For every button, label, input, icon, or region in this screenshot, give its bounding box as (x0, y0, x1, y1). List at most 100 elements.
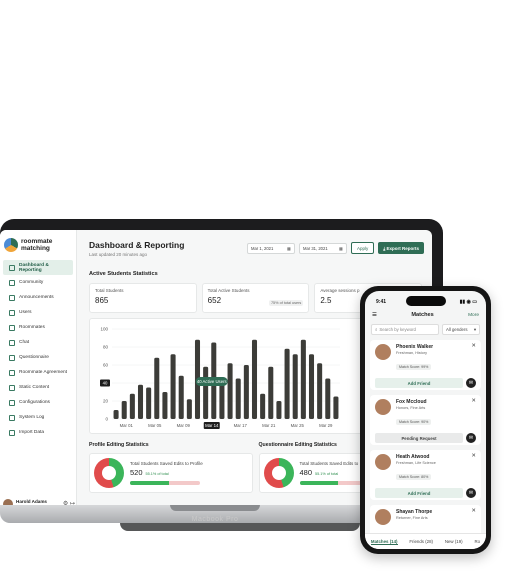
progress-bar (130, 481, 200, 485)
match-card[interactable]: Phoenix Walker Freshman, History Match S… (370, 340, 481, 390)
tab-matches[interactable]: Matches (14) (370, 539, 398, 545)
card-percent: 55.1% of total (315, 472, 339, 476)
top-controls: Mar 1, 2021 ▦ Mar 31, 2021 ▦ Apply ⤓ Exp… (246, 242, 424, 254)
nav-icon (9, 384, 15, 391)
date-to-value: Mar 31, 2021 (302, 245, 328, 251)
avatar (375, 454, 391, 470)
stat-card: Total Active Students 652 75% of total u… (201, 283, 310, 313)
x-tick-label: Mar 17 (234, 423, 248, 428)
match-score: Match Score: 99% (396, 364, 432, 370)
stat-card: Total Students 865 (89, 283, 197, 313)
stat-label: Total Students (95, 288, 124, 293)
apply-button[interactable]: Apply (350, 242, 375, 254)
close-icon[interactable]: ✕ (471, 508, 476, 514)
chart-bar (243, 365, 249, 419)
gender-filter-select[interactable]: All genders ▾ (442, 324, 480, 335)
message-icon[interactable]: ✉ (466, 433, 476, 443)
phone-screen: 9:41 ▮▮ ◉ ▭ ☰ Matches More ⌕ Search by k… (365, 291, 486, 549)
pending-request-button[interactable]: Pending Request (375, 433, 463, 443)
menu-icon[interactable]: ☰ (372, 312, 377, 318)
brand-logo[interactable]: roommate matching (0, 238, 76, 260)
x-tick-label: Mar 05 (148, 423, 162, 428)
sidebar-item-dashboard-reporting[interactable]: Dashboard & Reporting (3, 260, 73, 275)
section-title: Active Students Statistics (89, 271, 158, 277)
sidebar-item-label: Chat (19, 340, 30, 345)
chart-bar (300, 339, 306, 419)
sidebar-item-label: System Log (19, 415, 45, 420)
chevron-down-icon: ▾ (473, 326, 476, 332)
close-icon[interactable]: ✕ (471, 398, 476, 404)
sidebar-item-chat[interactable]: Chat (3, 335, 73, 350)
tab-roommates[interactable]: Ro (474, 539, 480, 544)
more-link[interactable]: More (468, 313, 479, 318)
message-icon[interactable]: ✉ (466, 488, 476, 498)
search-placeholder: Search by keyword (379, 327, 416, 332)
date-from-value: Mar 1, 2021 (250, 245, 274, 251)
chart-bar (113, 410, 119, 419)
sidebar-item-announcements[interactable]: Announcements (3, 290, 73, 305)
tab-friends[interactable]: Friends (28) (409, 539, 433, 544)
calendar-icon: ▦ (287, 245, 291, 251)
chart-bar (260, 393, 266, 419)
add-friend-button[interactable]: Add Friend (375, 378, 463, 388)
chart-bar (162, 392, 168, 419)
sidebar-item-roommate-agreement[interactable]: Roommate Agreement (3, 365, 73, 380)
sidebar-nav: Dashboard & Reporting Community Announceme… (0, 260, 76, 440)
chart-bar (308, 354, 315, 419)
search-icon: ⌕ (375, 327, 378, 332)
x-tick-label: Mar 14 (205, 423, 219, 428)
search-input[interactable]: ⌕ Search by keyword (371, 324, 439, 335)
progress-bar (299, 481, 370, 485)
sidebar-item-system-log[interactable]: System Log (3, 410, 73, 425)
avatar (375, 399, 391, 415)
phone-header: ☰ Matches More (365, 305, 486, 318)
stat-label: Total Active Students (207, 288, 250, 293)
sidebar-item-import-data[interactable]: Import Data (3, 425, 73, 440)
date-from-field[interactable]: Mar 1, 2021 ▦ (246, 242, 295, 254)
card-label: Total Students Saved Edits to (299, 461, 359, 466)
avatar (375, 344, 391, 360)
chart-bar (146, 387, 152, 419)
sidebar-item-questionnaire[interactable]: Questionnaire (3, 350, 73, 365)
nav-icon (9, 369, 15, 376)
stat-value: 865 (95, 296, 109, 305)
x-tick-label: Mar 29 (319, 423, 333, 428)
message-icon[interactable]: ✉ (466, 378, 476, 388)
sidebar-item-static-content[interactable]: Static Content (3, 380, 73, 395)
match-card[interactable]: Heath Atwood Freshman, Life Science Matc… (370, 450, 481, 500)
nav-icon (9, 309, 15, 316)
nav-icon (9, 294, 15, 301)
status-time: 9:41 (376, 299, 387, 305)
card-percent: 55.1% of total (145, 472, 169, 476)
bar-chart: 100 80 60 40 20 0 Mar 01 Mar 05 Mar 09 Mar 14 Mar … (100, 327, 340, 429)
sidebar-item-label: Dashboard & Reporting (19, 262, 49, 273)
y-tick-label: 0 (105, 417, 108, 422)
phone-title: Matches (411, 312, 434, 318)
chart-bar (170, 354, 176, 419)
export-label: Export Reports (386, 245, 419, 251)
phone-search-row: ⌕ Search by keyword All genders ▾ (365, 318, 486, 335)
nav-icon (9, 279, 15, 286)
progress-fill (130, 481, 169, 485)
chart-bar (219, 384, 225, 419)
match-card[interactable]: Fox Mccloud Honors, Fine Arts Match Scor… (370, 395, 481, 445)
close-icon[interactable]: ✕ (471, 343, 476, 349)
sidebar-item-community[interactable]: Community (3, 275, 73, 290)
gender-filter-value: All genders (446, 327, 468, 332)
nav-icon (9, 399, 15, 406)
close-icon[interactable]: ✕ (471, 453, 476, 459)
date-to-field[interactable]: Mar 31, 2021 ▦ (298, 242, 347, 254)
sidebar-item-configurations[interactable]: Configurations (3, 395, 73, 410)
sidebar-item-label: Import Data (19, 430, 45, 435)
add-friend-button[interactable]: Add Friend (375, 488, 463, 498)
tab-new[interactable]: New (19) (445, 539, 463, 544)
chart-bar (203, 366, 209, 419)
export-reports-button[interactable]: ⤓ Export Reports (378, 242, 424, 254)
nav-icon (9, 264, 15, 271)
chart-bar (325, 378, 331, 419)
brand-line-1: roommate (21, 238, 53, 245)
sidebar-item-roommates[interactable]: Roommates (3, 320, 73, 335)
donut-chart (263, 458, 294, 488)
logo-icon (4, 238, 18, 252)
sidebar-item-users[interactable]: Users (3, 305, 73, 320)
